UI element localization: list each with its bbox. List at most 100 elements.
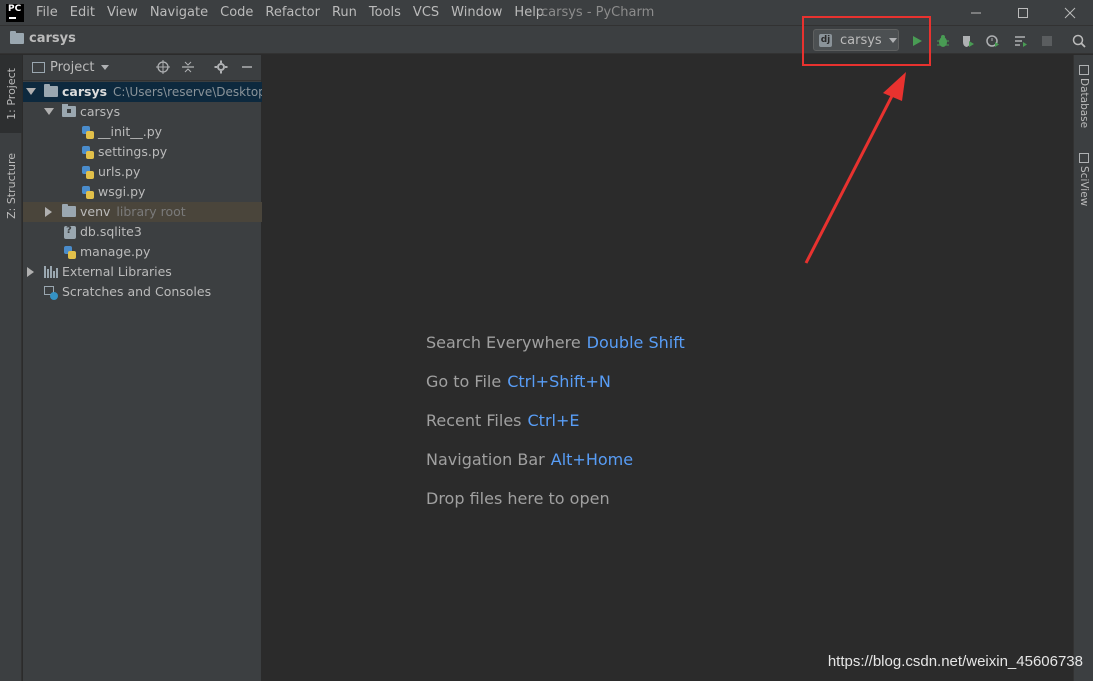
expand-arrow-icon[interactable] [27, 267, 34, 277]
tree-file-label: urls.py [98, 164, 141, 179]
database-icon [1079, 65, 1089, 75]
tab-structure-label: Z: Structure [4, 153, 18, 219]
menu-edit[interactable]: Edit [64, 0, 101, 25]
folder-icon [44, 84, 58, 101]
tree-package-label: carsys [80, 104, 121, 119]
python-file-icon [82, 166, 94, 179]
locate-icon[interactable] [155, 59, 171, 75]
maximize-icon[interactable] [999, 0, 1046, 25]
tree-item-file[interactable]: manage.py [23, 242, 262, 262]
menu-window[interactable]: Window [445, 0, 508, 25]
menu-refactor[interactable]: Refactor [259, 0, 326, 25]
debug-icon[interactable] [934, 32, 952, 50]
hint-shortcut: Ctrl+E [527, 411, 580, 430]
breadcrumb[interactable]: carsys [10, 31, 76, 46]
chevron-down-icon[interactable] [101, 65, 110, 70]
title-bar: PC File Edit View Navigate Code Refactor… [0, 0, 1093, 25]
run-icon[interactable] [908, 32, 926, 50]
django-icon: dj [819, 33, 832, 47]
minimize-icon[interactable] [952, 0, 999, 25]
scratches-icon [44, 286, 58, 300]
left-tool-strip: 1: Project Z: Structure [0, 55, 22, 681]
unknown-file-icon [64, 225, 76, 239]
tree-item-scratches[interactable]: Scratches and Consoles [23, 282, 262, 302]
menu-file[interactable]: File [30, 0, 64, 25]
python-file-icon [64, 246, 76, 259]
tree-venv-text: venv library root [80, 204, 186, 219]
tab-structure[interactable]: Z: Structure [0, 145, 22, 227]
right-tool-strip: Database SciView [1073, 55, 1093, 681]
tree-item-root[interactable]: carsys C:\Users\reserve\Desktop\ [23, 82, 262, 102]
menu-vcs[interactable]: VCS [407, 0, 445, 25]
tab-project-label: 1: Project [4, 68, 18, 120]
window-title: carsys - PyCharm [541, 5, 655, 20]
python-file-icon [82, 146, 94, 159]
tab-database[interactable]: Database [1074, 65, 1093, 128]
window-controls [952, 0, 1093, 25]
hint-go-to-file: Go to File Ctrl+Shift+N [426, 372, 611, 391]
tree-file-label: __init__.py [98, 124, 163, 139]
navigation-toolbar: carsys dj carsys [0, 25, 1093, 54]
tree-item-file[interactable]: urls.py [23, 162, 262, 182]
collapse-all-icon[interactable] [180, 59, 196, 75]
tree-item-file[interactable]: db.sqlite3 [23, 222, 262, 242]
tree-item-venv[interactable]: venv library root [23, 202, 262, 222]
tree-scratches-label: Scratches and Consoles [62, 284, 212, 299]
watermark: https://blog.csdn.net/weixin_45606738 [827, 653, 1083, 670]
menu-code[interactable]: Code [214, 0, 259, 25]
tree-item-package[interactable]: carsys [23, 102, 262, 122]
tab-project[interactable]: 1: Project [0, 55, 22, 133]
hide-icon[interactable] [239, 59, 255, 75]
tree-external-libraries-label: External Libraries [62, 264, 172, 279]
menu-view[interactable]: View [101, 0, 144, 25]
menu-tools[interactable]: Tools [363, 0, 407, 25]
project-view-label[interactable]: Project [50, 60, 94, 75]
run-with-concurrency-icon[interactable] [1012, 32, 1030, 50]
tree-file-label: db.sqlite3 [80, 224, 142, 239]
tab-sciview-label: SciView [1078, 166, 1090, 207]
coverage-icon[interactable] [959, 32, 977, 50]
tree-venv-label: venv [80, 204, 111, 219]
tree-venv-note: library root [116, 204, 186, 219]
package-folder-icon [62, 104, 76, 117]
expand-arrow-icon[interactable] [26, 88, 36, 95]
menu-bar: File Edit View Navigate Code Refactor Ru… [30, 0, 550, 25]
tree-root-path: C:\Users\reserve\Desktop\ [113, 85, 262, 99]
folder-icon [10, 31, 24, 44]
project-tree: carsys C:\Users\reserve\Desktop\ carsys _… [23, 82, 262, 302]
python-file-icon [82, 126, 94, 139]
pycharm-logo-icon: PC [6, 3, 24, 22]
python-file-icon [82, 186, 94, 199]
tab-database-label: Database [1078, 78, 1090, 129]
close-icon[interactable] [1046, 0, 1093, 25]
search-icon[interactable] [1070, 32, 1088, 50]
tree-item-external-libraries[interactable]: External Libraries [23, 262, 262, 282]
hint-text: Search Everywhere [426, 333, 581, 352]
hint-text: Drop files here to open [426, 489, 610, 508]
tree-file-label: wsgi.py [98, 184, 146, 199]
run-configuration-select[interactable]: dj carsys [813, 29, 899, 51]
settings-gear-icon[interactable] [213, 59, 229, 75]
stop-icon[interactable] [1038, 32, 1056, 50]
editor-empty-state: Search Everywhere Double Shift Go to File… [262, 55, 1073, 681]
hint-drop-files: Drop files here to open [426, 489, 610, 508]
chevron-down-icon [888, 37, 897, 43]
tree-item-file[interactable]: __init__.py [23, 122, 262, 142]
run-configuration-label: carsys [840, 32, 882, 48]
hint-text: Navigation Bar [426, 450, 545, 469]
library-icon [44, 266, 58, 278]
tree-item-file[interactable]: settings.py [23, 142, 262, 162]
sciview-icon [1079, 153, 1089, 163]
hint-text: Recent Files [426, 411, 522, 430]
project-panel-header: Project [23, 55, 261, 81]
menu-run[interactable]: Run [326, 0, 363, 25]
menu-navigate[interactable]: Navigate [144, 0, 214, 25]
tab-sciview[interactable]: SciView [1074, 153, 1093, 206]
expand-arrow-icon[interactable] [44, 108, 54, 115]
project-view-icon [32, 62, 45, 73]
profile-icon[interactable] [984, 32, 1002, 50]
expand-arrow-icon[interactable] [45, 207, 52, 217]
tree-file-label: settings.py [98, 144, 168, 159]
tree-item-file[interactable]: wsgi.py [23, 182, 262, 202]
hint-shortcut: Ctrl+Shift+N [507, 372, 611, 391]
